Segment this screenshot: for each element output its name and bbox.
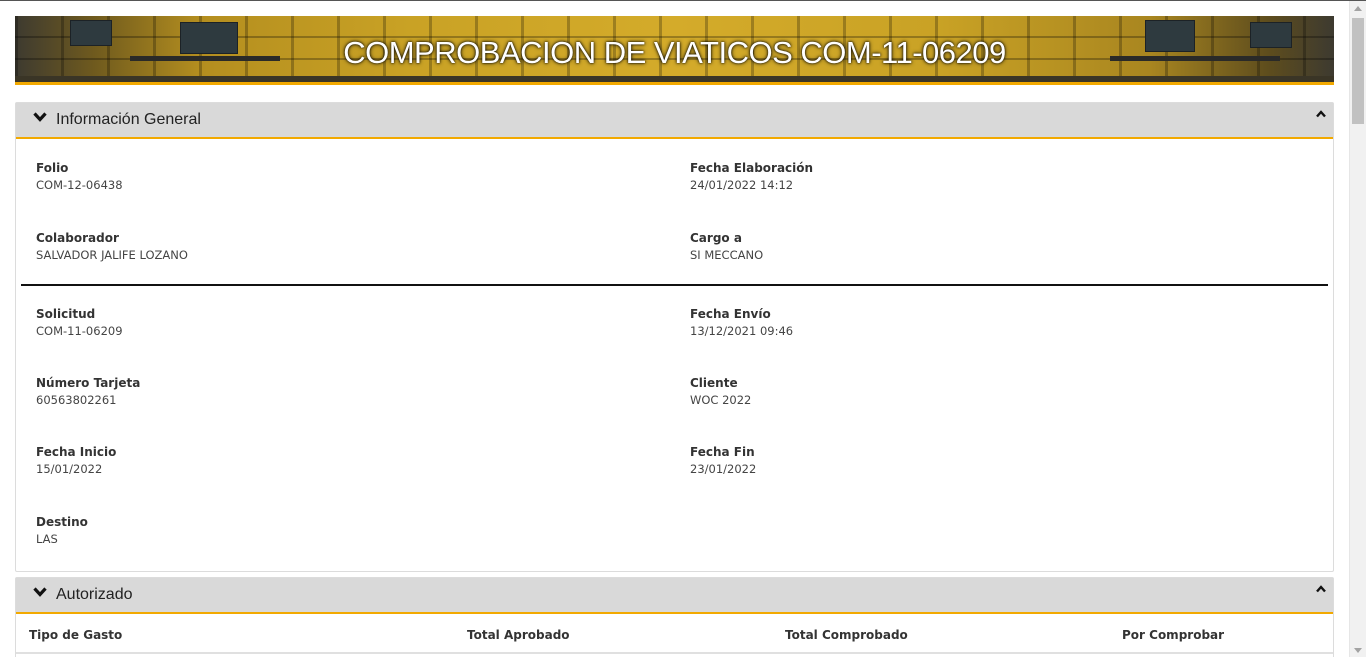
field-fecha-inicio: Fecha Inicio 15/01/2022 (36, 444, 116, 477)
section-divider (21, 284, 1328, 286)
field-cliente: Cliente WOC 2022 (690, 375, 751, 408)
field-value: 15/01/2022 (36, 462, 103, 476)
field-value: 60563802261 (36, 393, 117, 407)
field-value: 24/01/2022 14:12 (690, 178, 794, 192)
scrollbar-thumb[interactable] (1352, 18, 1364, 124)
scroll-up-icon[interactable] (1354, 6, 1362, 11)
field-value: 23/01/2022 (690, 462, 757, 476)
field-label: Fecha Envío (690, 307, 771, 321)
field-fecha-envio: Fecha Envío 13/12/2021 09:46 (690, 306, 793, 339)
field-fecha-fin: Fecha Fin 23/01/2022 (690, 444, 756, 477)
autorizado-title: Autorizado (56, 586, 133, 603)
general-info-header[interactable]: Información General (16, 103, 1333, 139)
field-cargo-a: Cargo a SI MECCANO (690, 230, 763, 263)
chevron-down-icon (33, 587, 47, 597)
autorizado-table-header: Tipo de Gasto Total Aprobado Total Compr… (16, 614, 1333, 654)
column-header-tipo-gasto[interactable]: Tipo de Gasto (29, 628, 122, 642)
autorizado-header[interactable]: Autorizado (16, 578, 1333, 614)
field-value: LAS (36, 532, 58, 546)
field-label: Cargo a (690, 231, 742, 245)
field-label: Solicitud (36, 307, 96, 321)
general-info-panel: Información General Folio COM-12-06438 F… (15, 102, 1334, 572)
page-title: COMPROBACION DE VIATICOS COM-11-06209 (343, 35, 1006, 70)
column-header-por-comprobar[interactable]: Por Comprobar (1122, 628, 1224, 642)
field-folio: Folio COM-12-06438 (36, 160, 123, 193)
chevron-down-icon (33, 112, 47, 122)
field-solicitud: Solicitud COM-11-06209 (36, 306, 123, 339)
chevron-up-icon[interactable] (1315, 109, 1327, 119)
general-info-body: Folio COM-12-06438 Fecha Elaboración 24/… (16, 139, 1333, 572)
field-numero-tarjeta: Número Tarjeta 60563802261 (36, 375, 140, 408)
table-header-underline (16, 652, 1333, 654)
column-header-total-comprobado[interactable]: Total Comprobado (785, 628, 908, 642)
vertical-scrollbar[interactable] (1349, 1, 1366, 657)
field-label: Destino (36, 515, 88, 529)
field-value: COM-12-06438 (36, 178, 123, 192)
page: COMPROBACION DE VIATICOS COM-11-06209 In… (0, 0, 1366, 657)
field-label: Folio (36, 161, 69, 175)
field-label: Colaborador (36, 231, 119, 245)
field-fecha-elaboracion: Fecha Elaboración 24/01/2022 14:12 (690, 160, 813, 193)
column-header-total-aprobado[interactable]: Total Aprobado (467, 628, 570, 642)
field-colaborador: Colaborador SALVADOR JALIFE LOZANO (36, 230, 188, 263)
field-label: Fecha Elaboración (690, 161, 814, 175)
field-value: SALVADOR JALIFE LOZANO (36, 248, 188, 262)
field-label: Número Tarjeta (36, 376, 141, 390)
field-label: Cliente (690, 376, 738, 390)
field-value: COM-11-06209 (36, 324, 123, 338)
field-value: SI MECCANO (690, 248, 764, 262)
main-content: COMPROBACION DE VIATICOS COM-11-06209 In… (15, 16, 1334, 657)
general-info-title: Información General (56, 111, 201, 128)
field-label: Fecha Fin (690, 445, 755, 459)
field-label: Fecha Inicio (36, 445, 117, 459)
scroll-down-icon[interactable] (1354, 648, 1362, 653)
page-banner: COMPROBACION DE VIATICOS COM-11-06209 (15, 16, 1334, 85)
chevron-up-icon[interactable] (1315, 584, 1327, 594)
banner-rail-decoration (15, 76, 1334, 82)
autorizado-panel: Autorizado Tipo de Gasto Total Aprobado … (15, 577, 1334, 657)
field-destino: Destino LAS (36, 514, 88, 547)
field-value: WOC 2022 (690, 393, 752, 407)
field-value: 13/12/2021 09:46 (690, 324, 794, 338)
